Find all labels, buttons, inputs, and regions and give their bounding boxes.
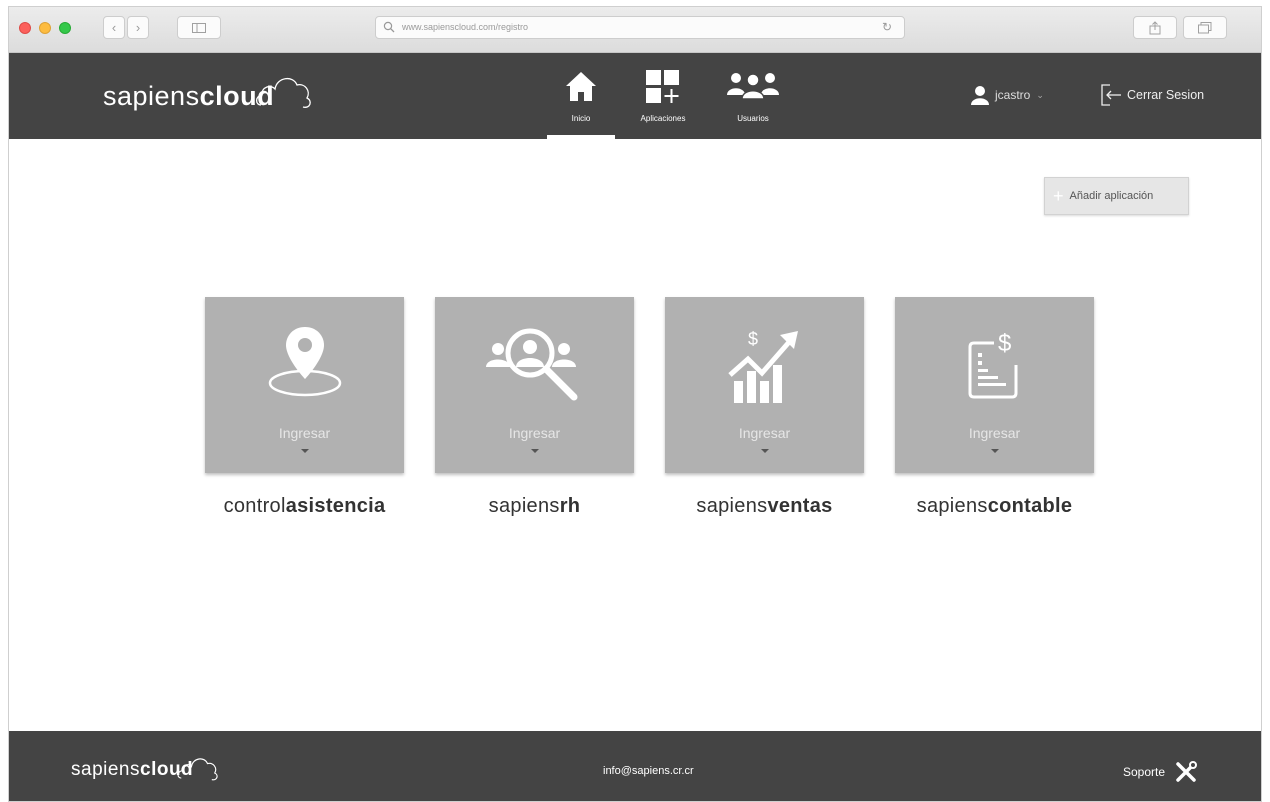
tabs-overview-button[interactable] [1183,16,1227,39]
minimize-window-button[interactable] [39,22,51,34]
browser-window: ‹ › www.sapienscloud.com/registro ↻ sapi… [8,6,1262,802]
cloud-logo-icon [255,78,311,108]
nav-inicio[interactable]: Inicio [541,67,621,139]
app-name-bold: rh [559,495,581,517]
nav-usuarios-label: Usuarios [737,114,769,123]
username: jcastro [995,88,1031,102]
enter-label: Ingresar [278,425,331,441]
app-card-sapiensventas[interactable]: $ Ingresar [665,297,864,473]
app-card-sapiensrh[interactable]: Ingresar [435,297,634,473]
enter-label: Ingresar [738,425,791,441]
logout-icon [1101,84,1121,106]
app-footer: sapienscloud info@sapiens.cr.cr Soporte [9,731,1261,801]
apps-grid-icon [646,70,679,103]
nav-inicio-label: Inicio [571,114,591,123]
caret-down-icon[interactable] [990,449,999,453]
address-bar[interactable]: www.sapienscloud.com/registro ↻ [375,16,905,39]
app-header: sapienscloud Inicio Aplicaciones Usuario… [9,53,1261,139]
cloud-logo-icon [177,758,218,781]
caret-down-icon[interactable] [530,449,539,453]
app-name-prefix: sapiens [696,495,768,517]
tabs-icon [1198,21,1212,33]
logo-text-light: sapiens [103,81,200,111]
nav-aplicaciones-label: Aplicaciones [640,114,686,123]
browser-toolbar: ‹ › www.sapienscloud.com/registro ↻ [9,7,1261,53]
app-name-prefix: sapiens [488,495,560,517]
tools-icon [1176,761,1198,782]
app-name-sapienscontable: sapienscontable [895,495,1094,518]
caret-down-icon[interactable] [300,449,309,453]
sales-growth-icon: $ [727,329,798,403]
plus-icon: + [1053,186,1064,206]
enter-label: Ingresar [508,425,561,441]
user-menu[interactable]: jcastro ⌄ [971,85,1044,105]
chevron-down-icon: ⌄ [1036,89,1044,100]
share-button[interactable] [1133,16,1177,39]
app-name-sapiensventas: sapiensventas [665,495,864,518]
sidebar-toggle-button[interactable] [177,16,221,39]
logout-button[interactable]: Cerrar Sesion [1099,83,1204,107]
logo-text-light: sapiens [71,759,140,780]
forward-button[interactable]: › [127,16,149,39]
app-card-controlasistencia[interactable]: Ingresar [205,297,404,473]
app-name-controlasistencia: controlasistencia [205,495,404,518]
chevron-left-icon: ‹ [111,20,117,35]
caret-down-icon[interactable] [760,449,769,453]
back-button[interactable]: ‹ [103,16,125,39]
users-icon [727,73,779,100]
chevron-right-icon: › [135,20,141,35]
enter-label: Ingresar [968,425,1021,441]
user-icon [971,86,989,105]
logout-label: Cerrar Sesion [1127,88,1205,102]
app-name-prefix: control [223,495,286,517]
location-pin-icon [268,327,341,397]
support-link[interactable]: Soporte [1123,761,1198,783]
app-name-bold: contable [987,495,1073,517]
support-label: Soporte [1123,765,1166,779]
add-application-button[interactable]: + Añadir aplicación [1044,177,1189,215]
nav-aplicaciones[interactable]: Aplicaciones [623,67,703,139]
search-icon [383,21,395,33]
contact-email-link[interactable]: info@sapiens.cr.cr [603,765,694,777]
svg-text:$: $ [748,329,758,349]
app-name-bold: asistencia [285,495,386,517]
add-application-label: Añadir aplicación [1069,190,1154,202]
people-search-icon [485,328,577,401]
svg-text:$: $ [998,330,1011,357]
reload-icon[interactable]: ↻ [882,20,892,34]
sidebar-icon [192,22,206,33]
close-window-button[interactable] [19,22,31,34]
share-icon [1149,20,1161,34]
app-name-prefix: sapiens [916,495,988,517]
accounting-document-icon: $ [968,330,1017,399]
url-text: www.sapienscloud.com/registro [402,22,529,32]
maximize-window-button[interactable] [59,22,71,34]
app-card-sapienscontable[interactable]: $ Ingresar [895,297,1094,473]
home-icon [566,72,596,101]
header-logo[interactable]: sapienscloud [103,81,274,112]
nav-usuarios[interactable]: Usuarios [713,67,793,139]
app-name-bold: ventas [767,495,833,517]
app-name-sapiensrh: sapiensrh [435,495,634,518]
